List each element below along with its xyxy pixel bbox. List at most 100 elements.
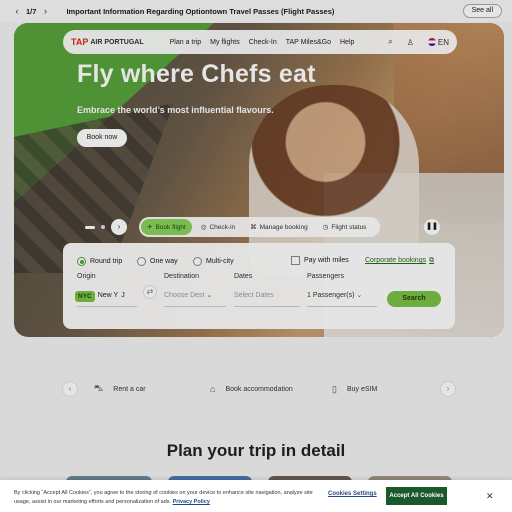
book-now-button[interactable]: Book now	[77, 129, 127, 147]
destination-field[interactable]: Choose Dest ⌄	[164, 287, 226, 305]
radio-circle	[77, 257, 86, 266]
tab-label: Check-in	[209, 223, 236, 231]
close-icon[interactable]: ✕	[486, 491, 494, 502]
nav-my-flights[interactable]: My flights	[210, 39, 240, 46]
dates-field[interactable]: Select Dates	[234, 287, 300, 305]
check-circle-icon: ◎	[200, 224, 207, 231]
origin-label: Origin	[77, 273, 96, 280]
checkbox-label: Pay with miles	[304, 257, 349, 264]
rent-a-car-link[interactable]: ⛍ Rent a car	[94, 383, 146, 395]
hero-banner: TAP AIR PORTUGAL Plan a trip My flights …	[14, 23, 504, 337]
privacy-policy-link[interactable]: Privacy Policy	[173, 499, 210, 505]
logo-text: AIR PORTUGAL	[90, 38, 144, 46]
language-code: EN	[437, 37, 449, 47]
nav-miles-and-go[interactable]: TAP Miles&Go	[286, 39, 331, 46]
tap-logo[interactable]: TAP AIR PORTUGAL	[71, 37, 144, 47]
radio-multi-city[interactable]: Multi-city	[193, 257, 234, 266]
clock-icon: ◷	[322, 224, 329, 231]
radio-circle	[193, 257, 202, 266]
logo-mark: TAP	[71, 37, 89, 47]
cookie-text: By clicking “Accept All Cookies”, you ag…	[14, 489, 314, 507]
quick-link-label: Buy eSIM	[346, 385, 378, 393]
quick-link-label: Book accommodation	[225, 385, 293, 393]
passengers-underline	[307, 306, 377, 307]
destination-placeholder: Choose Dest	[164, 292, 205, 299]
see-all-button[interactable]: See all	[462, 4, 502, 18]
accept-all-cookies-button[interactable]: Accept All Cookies	[386, 487, 447, 505]
tab-label: Manage booking	[259, 223, 308, 231]
nav-check-in[interactable]: Check-In	[249, 39, 277, 46]
chevron-right-icon[interactable]: ›	[40, 6, 50, 16]
radio-one-way[interactable]: One way	[137, 257, 178, 266]
main-navigation: TAP AIR PORTUGAL Plan a trip My flights …	[63, 30, 457, 54]
passengers-field[interactable]: 1 Passenger(s) ⌄	[307, 287, 377, 305]
nav-help[interactable]: Help	[340, 39, 354, 46]
corporate-label: Corporate bookings	[365, 257, 427, 264]
us-flag-icon	[427, 38, 436, 47]
pay-with-miles-checkbox[interactable]: Pay with miles	[291, 256, 349, 265]
origin-field[interactable]: NYC New YJ	[75, 287, 137, 305]
corporate-bookings-link[interactable]: Corporate bookings ⧉	[365, 257, 434, 265]
swap-icon[interactable]: ⇄	[143, 285, 157, 299]
quick-links-next-icon[interactable]: ›	[440, 381, 456, 397]
hero-subtitle: Embrace the world’s most influential fla…	[77, 105, 274, 115]
carousel-indicators: ›	[85, 219, 127, 235]
chevron-down-icon: ⌄	[206, 292, 213, 299]
radio-round-trip[interactable]: Round trip	[77, 257, 122, 266]
announcement-bar: ‹ 1/7 › Important Information Regarding …	[0, 0, 512, 22]
passengers-value: 1 Passenger(s)	[307, 292, 355, 299]
origin-code-badge: NYC	[75, 290, 95, 302]
destination-label: Destination	[164, 273, 200, 280]
tab-label: Flight status	[331, 223, 367, 231]
bed-icon: ⌂	[210, 384, 216, 394]
radio-label: Multi-city	[206, 258, 234, 265]
car-icon: ⛍	[94, 383, 104, 393]
destination-underline	[164, 306, 226, 307]
tab-flight-status[interactable]: ◷ Flight status	[317, 219, 373, 235]
sim-card-icon: ▯	[332, 383, 337, 394]
dates-underline	[234, 306, 300, 307]
cookie-banner: By clicking “Accept All Cookies”, you ag…	[0, 480, 512, 512]
origin-underline	[77, 306, 137, 307]
chevron-left-icon[interactable]: ‹	[12, 6, 22, 16]
book-accommodation-link[interactable]: ⌂ Book accommodation	[210, 384, 293, 394]
quick-links-bar: ‹ ⛍ Rent a car ⌂ Book accommodation ▯ Buy e…	[62, 378, 456, 400]
buy-esim-link[interactable]: ▯ Buy eSIM	[332, 384, 377, 395]
tab-book-flight[interactable]: ✈ Book flight	[141, 219, 192, 235]
tab-manage-booking[interactable]: ⌘ Manage booking	[244, 219, 314, 235]
nav-plan-a-trip[interactable]: Plan a trip	[170, 39, 202, 46]
quick-link-label: Rent a car	[113, 385, 146, 393]
booking-tabs: ✈ Book flight ◎ Check-in ⌘ Manage booking ◷…	[139, 217, 380, 237]
pause-icon[interactable]: ❚❚	[424, 219, 440, 235]
search-button[interactable]: Search	[387, 291, 441, 307]
radio-label: One way	[150, 258, 178, 265]
plane-icon: ✈	[147, 224, 153, 231]
ticket-icon: ⌘	[250, 224, 257, 231]
user-icon[interactable]: ♙	[407, 38, 414, 47]
cookies-settings-button[interactable]: Cookies Settings	[328, 491, 377, 497]
language-selector[interactable]: EN	[427, 37, 449, 47]
chevron-down-icon: ⌄	[356, 292, 363, 299]
tab-label: Book flight	[155, 223, 186, 231]
origin-value: New Y	[97, 292, 119, 299]
carousel-dot-active[interactable]	[85, 225, 95, 229]
nav-links: Plan a trip My flights Check-In TAP Mile…	[170, 39, 355, 46]
radio-label: Round trip	[90, 258, 123, 265]
carousel-next-icon[interactable]: ›	[111, 219, 127, 235]
cookie-message: By clicking “Accept All Cookies”, you ag…	[14, 490, 313, 505]
radio-circle	[137, 257, 146, 266]
hero-title: Fly where Chefs eat	[77, 60, 316, 88]
search-icon[interactable]: ⌕	[388, 37, 392, 47]
carousel-dot[interactable]	[101, 225, 105, 229]
nav-utilities: ⌕ ♙ EN	[388, 37, 449, 47]
tab-check-in[interactable]: ◎ Check-in	[195, 219, 241, 235]
announcement-counter: 1/7	[26, 6, 37, 16]
external-link-icon: ⧉	[429, 257, 435, 264]
checkbox-box	[291, 256, 300, 265]
announcement-message[interactable]: Important Information Regarding Optionto…	[66, 7, 334, 16]
section-title: Plan your trip in detail	[166, 441, 346, 460]
origin-truncation: J	[121, 292, 125, 299]
flight-search-panel: Round trip One way Multi-city Pay with m…	[63, 243, 455, 329]
quick-links-prev-icon[interactable]: ‹	[62, 381, 78, 397]
dates-label: Dates	[234, 273, 253, 280]
